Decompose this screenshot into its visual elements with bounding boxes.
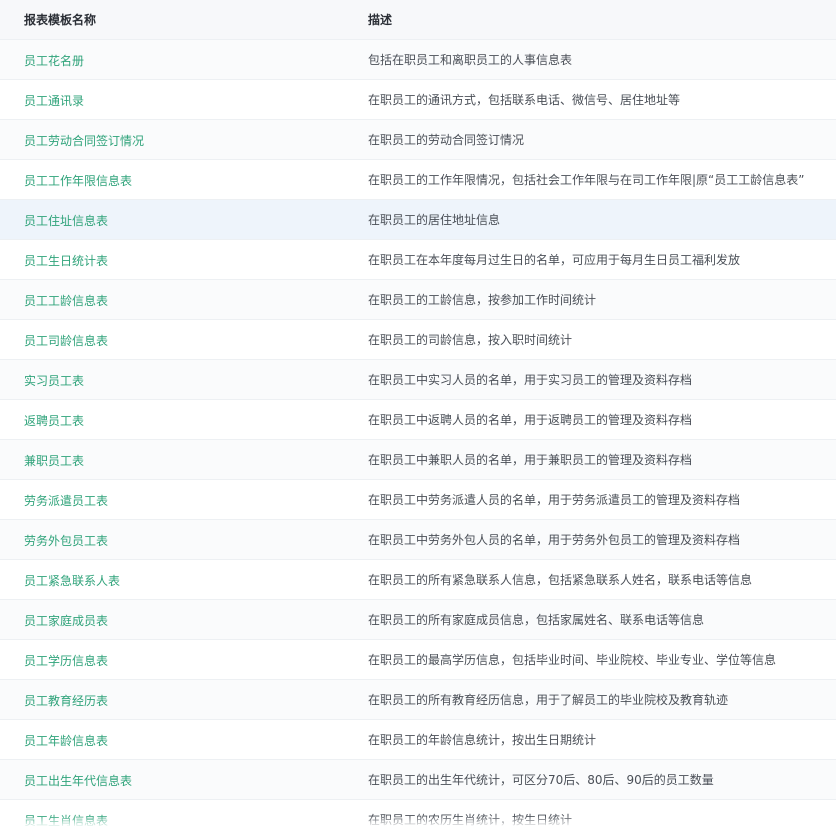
table-row[interactable]: 员工工龄信息表 在职员工的工龄信息，按参加工作时间统计 — [0, 280, 836, 320]
table-row[interactable]: 员工学历信息表 在职员工的最高学历信息，包括毕业时间、毕业院校、毕业专业、学位等信… — [0, 640, 836, 680]
table-row[interactable]: 员工司龄信息表 在职员工的司龄信息，按入职时间统计 — [0, 320, 836, 360]
report-description: 在职员工的年龄信息统计，按出生日期统计 — [368, 733, 597, 747]
report-description: 在职员工的所有家庭成员信息，包括家属姓名、联系电话等信息 — [368, 613, 705, 627]
row-name-cell: 返聘员工表 — [0, 410, 368, 429]
report-name-link[interactable]: 员工花名册 — [24, 54, 84, 68]
row-name-cell: 员工住址信息表 — [0, 210, 368, 229]
report-description: 在职员工的出生年代统计，可区分70后、80后、90后的员工数量 — [368, 773, 714, 787]
report-description: 在职员工的农历生肖统计，按生日统计 — [368, 813, 573, 826]
table-body: 员工花名册 包括在职员工和离职员工的人事信息表员工通讯录 在职员工的通讯方式，包括联… — [0, 40, 836, 826]
report-description: 包括在职员工和离职员工的人事信息表 — [368, 53, 573, 67]
report-name-link[interactable]: 员工生肖信息表 — [24, 814, 108, 826]
report-name-link[interactable]: 返聘员工表 — [24, 414, 84, 428]
report-name-link[interactable]: 员工工龄信息表 — [24, 294, 108, 308]
report-name-link[interactable]: 员工司龄信息表 — [24, 334, 108, 348]
report-description: 在职员工的司龄信息，按入职时间统计 — [368, 333, 573, 347]
report-description: 在职员工中返聘人员的名单，用于返聘员工的管理及资料存档 — [368, 413, 693, 427]
table-row[interactable]: 员工出生年代信息表 在职员工的出生年代统计，可区分70后、80后、90后的员工数量 — [0, 760, 836, 800]
report-description: 在职员工的所有紧急联系人信息，包括紧急联系人姓名，联系电话等信息 — [368, 573, 753, 587]
table-row[interactable]: 员工劳动合同签订情况 在职员工的劳动合同签订情况 — [0, 120, 836, 160]
table-row[interactable]: 员工家庭成员表 在职员工的所有家庭成员信息，包括家属姓名、联系电话等信息 — [0, 600, 836, 640]
row-name-cell: 员工教育经历表 — [0, 690, 368, 709]
row-name-cell: 员工花名册 — [0, 50, 368, 69]
report-description: 在职员工中实习人员的名单，用于实习员工的管理及资料存档 — [368, 373, 693, 387]
report-description: 在职员工的工作年限情况，包括社会工作年限与在司工作年限|原“员工工龄信息表” — [368, 173, 805, 187]
column-header-name[interactable]: 报表模板名称 — [0, 11, 368, 28]
table-row[interactable]: 员工年龄信息表 在职员工的年龄信息统计，按出生日期统计 — [0, 720, 836, 760]
table-header: 报表模板名称 描述 — [0, 0, 836, 40]
report-name-link[interactable]: 员工教育经历表 — [24, 694, 108, 708]
row-name-cell: 员工工作年限信息表 — [0, 170, 368, 189]
row-name-cell: 员工年龄信息表 — [0, 730, 368, 749]
report-description: 在职员工的最高学历信息，包括毕业时间、毕业院校、毕业专业、学位等信息 — [368, 653, 777, 667]
report-description: 在职员工在本年度每月过生日的名单，可应用于每月生日员工福利发放 — [368, 253, 741, 267]
report-name-link[interactable]: 劳务派遣员工表 — [24, 494, 108, 508]
row-name-cell: 员工司龄信息表 — [0, 330, 368, 349]
row-name-cell: 员工劳动合同签订情况 — [0, 130, 368, 149]
table-row[interactable]: 员工住址信息表 在职员工的居住地址信息 — [0, 200, 836, 240]
row-name-cell: 员工生日统计表 — [0, 250, 368, 269]
row-name-cell: 员工学历信息表 — [0, 650, 368, 669]
row-name-cell: 员工出生年代信息表 — [0, 770, 368, 789]
report-description: 在职员工中兼职人员的名单，用于兼职员工的管理及资料存档 — [368, 453, 693, 467]
row-name-cell: 劳务派遣员工表 — [0, 490, 368, 509]
report-description: 在职员工的劳动合同签订情况 — [368, 133, 525, 147]
report-description: 在职员工的所有教育经历信息，用于了解员工的毕业院校及教育轨迹 — [368, 693, 729, 707]
row-name-cell: 员工家庭成员表 — [0, 610, 368, 629]
report-template-table: 报表模板名称 描述 员工花名册 包括在职员工和离职员工的人事信息表 员工通讯录 在职员… — [0, 0, 836, 826]
table-row[interactable]: 劳务派遣员工表 在职员工中劳务派遣人员的名单，用于劳务派遣员工的管理及资料存档 — [0, 480, 836, 520]
table-row[interactable]: 返聘员工表 在职员工中返聘人员的名单，用于返聘员工的管理及资料存档 — [0, 400, 836, 440]
table-row[interactable]: 员工生肖信息表 在职员工的农历生肖统计，按生日统计 — [0, 800, 836, 826]
row-name-cell: 员工通讯录 — [0, 90, 368, 109]
row-name-cell: 员工工龄信息表 — [0, 290, 368, 309]
table-row[interactable]: 员工花名册 包括在职员工和离职员工的人事信息表 — [0, 40, 836, 80]
report-name-link[interactable]: 实习员工表 — [24, 374, 84, 388]
report-name-link[interactable]: 劳务外包员工表 — [24, 534, 108, 548]
report-description: 在职员工的工龄信息，按参加工作时间统计 — [368, 293, 597, 307]
table-row[interactable]: 员工教育经历表 在职员工的所有教育经历信息，用于了解员工的毕业院校及教育轨迹 — [0, 680, 836, 720]
row-name-cell: 实习员工表 — [0, 370, 368, 389]
table-row[interactable]: 员工工作年限信息表 在职员工的工作年限情况，包括社会工作年限与在司工作年限|原“员… — [0, 160, 836, 200]
row-name-cell: 兼职员工表 — [0, 450, 368, 469]
report-name-link[interactable]: 员工劳动合同签订情况 — [24, 134, 144, 148]
column-header-description[interactable]: 描述 — [368, 11, 836, 28]
row-name-cell: 员工生肖信息表 — [0, 810, 368, 826]
report-name-link[interactable]: 员工学历信息表 — [24, 654, 108, 668]
report-name-link[interactable]: 兼职员工表 — [24, 454, 84, 468]
report-name-link[interactable]: 员工生日统计表 — [24, 254, 108, 268]
report-description: 在职员工的通讯方式，包括联系电话、微信号、居住地址等 — [368, 93, 681, 107]
row-name-cell: 劳务外包员工表 — [0, 530, 368, 549]
report-name-link[interactable]: 员工工作年限信息表 — [24, 174, 132, 188]
report-description: 在职员工中劳务派遣人员的名单，用于劳务派遣员工的管理及资料存档 — [368, 493, 741, 507]
report-name-link[interactable]: 员工住址信息表 — [24, 214, 108, 228]
table-row[interactable]: 劳务外包员工表 在职员工中劳务外包人员的名单，用于劳务外包员工的管理及资料存档 — [0, 520, 836, 560]
table-row[interactable]: 员工生日统计表 在职员工在本年度每月过生日的名单，可应用于每月生日员工福利发放 — [0, 240, 836, 280]
report-name-link[interactable]: 员工通讯录 — [24, 94, 84, 108]
report-name-link[interactable]: 员工出生年代信息表 — [24, 774, 132, 788]
report-description: 在职员工的居住地址信息 — [368, 213, 501, 227]
report-description: 在职员工中劳务外包人员的名单，用于劳务外包员工的管理及资料存档 — [368, 533, 741, 547]
row-name-cell: 员工紧急联系人表 — [0, 570, 368, 589]
table-row[interactable]: 员工紧急联系人表 在职员工的所有紧急联系人信息，包括紧急联系人姓名，联系电话等信息 — [0, 560, 836, 600]
report-name-link[interactable]: 员工家庭成员表 — [24, 614, 108, 628]
table-row[interactable]: 实习员工表 在职员工中实习人员的名单，用于实习员工的管理及资料存档 — [0, 360, 836, 400]
report-name-link[interactable]: 员工年龄信息表 — [24, 734, 108, 748]
report-name-link[interactable]: 员工紧急联系人表 — [24, 574, 120, 588]
table-row[interactable]: 员工通讯录 在职员工的通讯方式，包括联系电话、微信号、居住地址等 — [0, 80, 836, 120]
table-row[interactable]: 兼职员工表 在职员工中兼职人员的名单，用于兼职员工的管理及资料存档 — [0, 440, 836, 480]
